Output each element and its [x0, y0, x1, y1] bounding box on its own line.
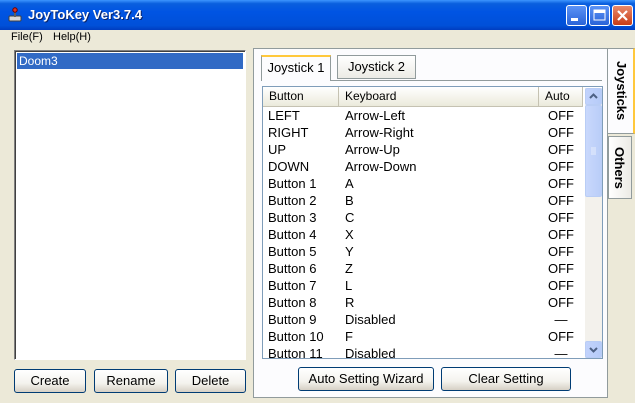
cell-auto: OFF	[548, 295, 574, 310]
cell-keyboard: Arrow-Right	[345, 125, 414, 140]
grip-icon	[591, 147, 596, 155]
cell-button: DOWN	[268, 159, 310, 174]
joytokey-window: JoyToKey Ver3.7.4 File(F) Help(H) Doom3 …	[0, 0, 635, 403]
cell-button: Button 9	[268, 312, 317, 327]
header-keyboard[interactable]: Keyboard	[339, 87, 539, 106]
scroll-thumb[interactable]	[585, 105, 602, 197]
cell-auto: —	[554, 346, 568, 359]
side-tab-joysticks[interactable]: Joysticks	[608, 48, 635, 134]
table-row[interactable]: Button 4 X OFF	[263, 226, 583, 243]
cell-auto: OFF	[548, 329, 574, 344]
cell-button: Button 6	[268, 261, 317, 276]
clear-setting-button[interactable]: Clear Setting	[441, 367, 571, 391]
table-row[interactable]: Button 11 Disabled —	[263, 345, 583, 359]
cell-keyboard: Arrow-Down	[345, 159, 417, 174]
cell-auto: OFF	[548, 193, 574, 208]
cell-auto: OFF	[548, 210, 574, 225]
menu-help[interactable]: Help(H)	[53, 31, 91, 43]
table-row[interactable]: UP Arrow-Up OFF	[263, 141, 583, 158]
table-row[interactable]: Button 7 L OFF	[263, 277, 583, 294]
close-icon	[617, 10, 628, 21]
menu-file[interactable]: File(F)	[11, 31, 43, 43]
cell-auto: OFF	[548, 278, 574, 293]
create-button[interactable]: Create	[14, 369, 86, 393]
cell-auto: OFF	[548, 176, 574, 191]
cell-keyboard: Arrow-Left	[345, 108, 405, 123]
table-row[interactable]: Button 8 R OFF	[263, 294, 583, 311]
table-row[interactable]: Button 1 A OFF	[263, 175, 583, 192]
table-row[interactable]: DOWN Arrow-Down OFF	[263, 158, 583, 175]
menu-bar: File(F) Help(H)	[0, 30, 635, 46]
minimize-button[interactable]	[566, 5, 587, 26]
cell-auto: OFF	[548, 227, 574, 242]
scroll-up-button[interactable]	[585, 88, 602, 105]
cell-button: Button 10	[268, 329, 324, 344]
cell-keyboard: B	[345, 193, 354, 208]
tab-joystick-1[interactable]: Joystick 1	[261, 55, 331, 81]
button-mapping-grid[interactable]: Button Keyboard Auto LEFT Arrow-Left OFF…	[262, 86, 603, 359]
chevron-down-icon	[589, 347, 598, 353]
cell-button: Button 8	[268, 295, 317, 310]
grid-header: Button Keyboard Auto	[263, 87, 583, 107]
maximize-button[interactable]	[589, 5, 610, 26]
maximize-icon	[593, 9, 606, 21]
table-row[interactable]: Button 6 Z OFF	[263, 260, 583, 277]
cell-button: Button 11	[268, 346, 323, 359]
cell-keyboard: X	[345, 227, 354, 242]
cell-auto: OFF	[548, 125, 574, 140]
cell-keyboard: Y	[345, 244, 354, 259]
cell-auto: —	[554, 312, 568, 327]
cell-auto: OFF	[548, 244, 574, 259]
cell-button: Button 7	[268, 278, 317, 293]
cell-keyboard: C	[345, 210, 355, 225]
cell-auto: OFF	[548, 142, 574, 157]
window-title: JoyToKey Ver3.7.4	[28, 7, 142, 22]
cell-auto: OFF	[548, 159, 574, 174]
header-button[interactable]: Button	[263, 87, 339, 106]
table-row[interactable]: Button 2 B OFF	[263, 192, 583, 209]
close-button[interactable]	[612, 5, 633, 26]
table-row[interactable]: Button 9 Disabled —	[263, 311, 583, 328]
cell-keyboard: Disabled	[345, 312, 396, 327]
table-row[interactable]: Button 3 C OFF	[263, 209, 583, 226]
cell-keyboard: L	[345, 278, 353, 293]
auto-setting-wizard-button[interactable]: Auto Setting Wizard	[298, 367, 434, 391]
cell-button: UP	[268, 142, 287, 157]
cell-keyboard: F	[345, 329, 353, 344]
side-tab-joysticks-label: Joysticks	[614, 61, 629, 121]
cell-auto: OFF	[548, 108, 574, 123]
title-bar[interactable]: JoyToKey Ver3.7.4	[0, 0, 635, 30]
joystick-app-icon[interactable]	[7, 7, 23, 23]
table-row[interactable]: LEFT Arrow-Left OFF	[263, 107, 583, 124]
cell-button: Button 2	[268, 193, 317, 208]
vertical-scrollbar[interactable]	[585, 88, 602, 358]
cell-keyboard: Arrow-Up	[345, 142, 400, 157]
cell-keyboard: A	[345, 176, 354, 191]
tab-joystick-2[interactable]: Joystick 2	[337, 55, 416, 79]
table-row[interactable]: Button 10 F OFF	[263, 328, 583, 345]
cell-button: Button 5	[268, 244, 317, 259]
side-tab-others[interactable]: Others	[608, 136, 632, 199]
minimize-icon	[571, 18, 578, 21]
cell-button: Button 3	[268, 210, 317, 225]
cell-keyboard: Disabled	[345, 346, 396, 359]
delete-button[interactable]: Delete	[175, 369, 246, 393]
cell-auto: OFF	[548, 261, 574, 276]
profile-item-doom3[interactable]: Doom3	[17, 53, 243, 69]
cell-button: Button 1	[268, 176, 317, 191]
cell-button: LEFT	[268, 108, 300, 123]
profile-list[interactable]: Doom3	[14, 50, 246, 360]
cell-button: RIGHT	[268, 125, 309, 140]
table-row[interactable]: Button 5 Y OFF	[263, 243, 583, 260]
cell-button: Button 4	[268, 227, 317, 242]
rename-button[interactable]: Rename	[94, 369, 168, 393]
chevron-up-icon	[589, 93, 598, 99]
cell-keyboard: R	[345, 295, 355, 310]
table-row[interactable]: RIGHT Arrow-Right OFF	[263, 124, 583, 141]
side-tab-others-label: Others	[612, 146, 627, 189]
scroll-down-button[interactable]	[585, 341, 602, 358]
header-auto[interactable]: Auto	[539, 87, 583, 106]
cell-keyboard: Z	[345, 261, 353, 276]
